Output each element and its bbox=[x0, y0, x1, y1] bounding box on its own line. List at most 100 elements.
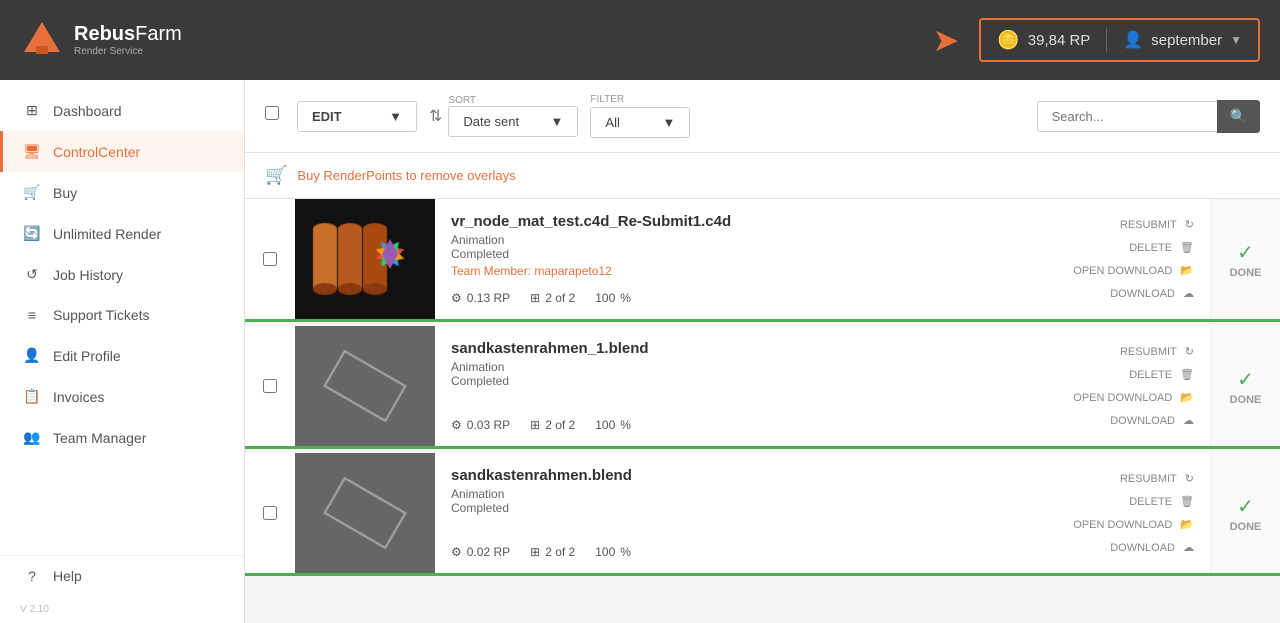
cost-icon: ⚙ bbox=[451, 545, 462, 559]
sidebar-item-buy[interactable]: 🛒 Buy bbox=[0, 172, 244, 213]
sidebar-item-invoices[interactable]: 📋 Invoices bbox=[0, 376, 244, 417]
job-checkbox-1[interactable] bbox=[245, 199, 295, 319]
sidebar-item-label: Team Manager bbox=[53, 430, 146, 446]
open-download-button-1[interactable]: OPEN DOWNLOAD 📂 bbox=[1046, 261, 1194, 280]
sidebar-item-label: Job History bbox=[53, 267, 123, 283]
delete-icon: 🗑 bbox=[1180, 495, 1194, 508]
job-select-2[interactable] bbox=[263, 379, 277, 393]
resubmit-button-3[interactable]: RESUBMIT ↻ bbox=[1046, 469, 1194, 488]
sidebar-item-dashboard[interactable]: ⊞ Dashboard bbox=[0, 90, 244, 131]
job-title-2: sandkastenrahmen_1.blend bbox=[451, 340, 1014, 357]
select-all-input[interactable] bbox=[265, 106, 279, 120]
delete-icon: 🗑 bbox=[1180, 241, 1194, 254]
delete-label: DELETE bbox=[1129, 242, 1172, 254]
job-meta-1: ⚙ 0.13 RP ⊞ 2 of 2 100 % bbox=[451, 291, 1014, 305]
sidebar-item-team-manager[interactable]: 👥 Team Manager bbox=[0, 417, 244, 458]
job-type-3: Animation bbox=[451, 487, 1014, 501]
cost-icon: ⚙ bbox=[451, 291, 462, 305]
job-actions-2: RESUBMIT ↻ DELETE 🗑 OPEN DOWNLOAD 📂 DOWN… bbox=[1030, 326, 1210, 446]
done-label-2: DONE bbox=[1230, 394, 1262, 406]
table-row: vr_node_mat_test.c4d_Re-Submit1.c4d Anim… bbox=[245, 199, 1280, 322]
resubmit-label: RESUBMIT bbox=[1120, 473, 1177, 485]
search-input[interactable] bbox=[1037, 101, 1217, 132]
job-checkbox-3[interactable] bbox=[245, 453, 295, 573]
sidebar-item-job-history[interactable]: ↺ Job History bbox=[0, 254, 244, 295]
sidebar-item-unlimited-render[interactable]: 🔄 Unlimited Render bbox=[0, 213, 244, 254]
sort-icon: ⇅ bbox=[429, 106, 442, 126]
job-thumbnail-1 bbox=[295, 199, 435, 319]
download-icon: ☁ bbox=[1183, 541, 1194, 554]
filter-dropdown[interactable]: All ▼ bbox=[590, 107, 690, 138]
job-history-icon: ↺ bbox=[23, 266, 41, 283]
banner-text[interactable]: Buy RenderPoints to remove overlays bbox=[297, 168, 515, 183]
resubmit-button-1[interactable]: RESUBMIT ↻ bbox=[1046, 215, 1194, 234]
delete-button-2[interactable]: DELETE 🗑 bbox=[1046, 365, 1194, 384]
filter-chevron-icon: ▼ bbox=[663, 115, 676, 130]
download-icon: ☁ bbox=[1183, 414, 1194, 427]
download-button-1[interactable]: DOWNLOAD ☁ bbox=[1046, 284, 1194, 303]
frames-value: 2 of 2 bbox=[545, 291, 575, 305]
open-download-button-2[interactable]: OPEN DOWNLOAD 📂 bbox=[1046, 388, 1194, 407]
done-area-3: ✓ DONE bbox=[1210, 453, 1280, 573]
done-label-1: DONE bbox=[1230, 267, 1262, 279]
job-select-3[interactable] bbox=[263, 506, 277, 520]
sort-area: ⇅ SORT Date sent ▼ bbox=[429, 95, 578, 137]
buy-points-banner[interactable]: 🛒 Buy RenderPoints to remove overlays bbox=[245, 153, 1280, 199]
sidebar-item-edit-profile[interactable]: 👤 Edit Profile bbox=[0, 335, 244, 376]
job-actions-3: RESUBMIT ↻ DELETE 🗑 OPEN DOWNLOAD 📂 DOWN… bbox=[1030, 453, 1210, 573]
done-area-2: ✓ DONE bbox=[1210, 326, 1280, 446]
edit-label: EDIT bbox=[312, 109, 342, 124]
job-checkbox-2[interactable] bbox=[245, 326, 295, 446]
sidebar-item-label: Invoices bbox=[53, 389, 104, 405]
select-all-checkbox[interactable] bbox=[265, 106, 285, 126]
table-row: sandkastenrahmen.blend Animation Complet… bbox=[245, 453, 1280, 576]
resubmit-label: RESUBMIT bbox=[1120, 346, 1177, 358]
job-status-3: Completed bbox=[451, 501, 1014, 515]
logo-text: RebusFarm Render Service bbox=[74, 23, 182, 57]
percent-sign: % bbox=[620, 418, 631, 432]
percent-sign: % bbox=[620, 545, 631, 559]
job-title-3: sandkastenrahmen.blend bbox=[451, 467, 1014, 484]
resubmit-label: RESUBMIT bbox=[1120, 219, 1177, 231]
sidebar-item-help[interactable]: ? Help bbox=[0, 556, 244, 596]
frames-value: 2 of 2 bbox=[545, 418, 575, 432]
open-download-button-3[interactable]: OPEN DOWNLOAD 📂 bbox=[1046, 515, 1194, 534]
done-area-1: ✓ DONE bbox=[1210, 199, 1280, 319]
open-download-label: OPEN DOWNLOAD bbox=[1073, 392, 1172, 404]
job-thumbnail-2 bbox=[295, 326, 435, 446]
download-label: DOWNLOAD bbox=[1110, 415, 1175, 427]
sidebar-item-controlcenter[interactable]: 🖥 ControlCenter bbox=[0, 131, 244, 172]
sort-dropdown[interactable]: Date sent ▼ bbox=[448, 106, 578, 137]
filter-prefix: FILTER bbox=[590, 94, 690, 105]
delete-icon: 🗑 bbox=[1180, 368, 1194, 381]
job-select-1[interactable] bbox=[263, 252, 277, 266]
user-info-box[interactable]: 🪙 39,84 RP 👤 september ▼ bbox=[979, 18, 1260, 62]
logo-area: RebusFarm Render Service bbox=[20, 18, 933, 62]
download-button-2[interactable]: DOWNLOAD ☁ bbox=[1046, 411, 1194, 430]
unlimited-render-icon: 🔄 bbox=[23, 225, 41, 242]
app-header: RebusFarm Render Service ➤ 🪙 39,84 RP 👤 … bbox=[0, 0, 1280, 80]
job-progress-1: 100 % bbox=[595, 291, 631, 305]
dashboard-icon: ⊞ bbox=[23, 102, 41, 119]
user-name-area[interactable]: 👤 september ▼ bbox=[1123, 30, 1242, 50]
delete-label: DELETE bbox=[1129, 369, 1172, 381]
table-row: sandkastenrahmen_1.blend Animation Compl… bbox=[245, 326, 1280, 449]
job-cost-1: ⚙ 0.13 RP bbox=[451, 291, 510, 305]
resubmit-button-2[interactable]: RESUBMIT ↻ bbox=[1046, 342, 1194, 361]
search-button[interactable]: 🔍 bbox=[1217, 100, 1260, 133]
delete-button-1[interactable]: DELETE 🗑 bbox=[1046, 238, 1194, 257]
frames-icon: ⊞ bbox=[530, 418, 540, 432]
folder-icon: 📂 bbox=[1180, 391, 1194, 404]
cart-icon: 🛒 bbox=[265, 165, 287, 186]
coin-icon: 🪙 bbox=[997, 30, 1019, 51]
delete-button-3[interactable]: DELETE 🗑 bbox=[1046, 492, 1194, 511]
sort-chevron-icon: ▼ bbox=[551, 114, 564, 129]
download-button-3[interactable]: DOWNLOAD ☁ bbox=[1046, 538, 1194, 557]
job-type-1: Animation bbox=[451, 233, 1014, 247]
edit-dropdown[interactable]: EDIT ▼ bbox=[297, 101, 417, 132]
username-label: september bbox=[1151, 32, 1222, 49]
toolbar: EDIT ▼ ⇅ SORT Date sent ▼ FILTER bbox=[245, 80, 1280, 153]
sidebar-item-label: Buy bbox=[53, 185, 77, 201]
credits-value: 39,84 RP bbox=[1028, 32, 1091, 49]
sidebar-item-support-tickets[interactable]: ≡ Support Tickets bbox=[0, 295, 244, 335]
